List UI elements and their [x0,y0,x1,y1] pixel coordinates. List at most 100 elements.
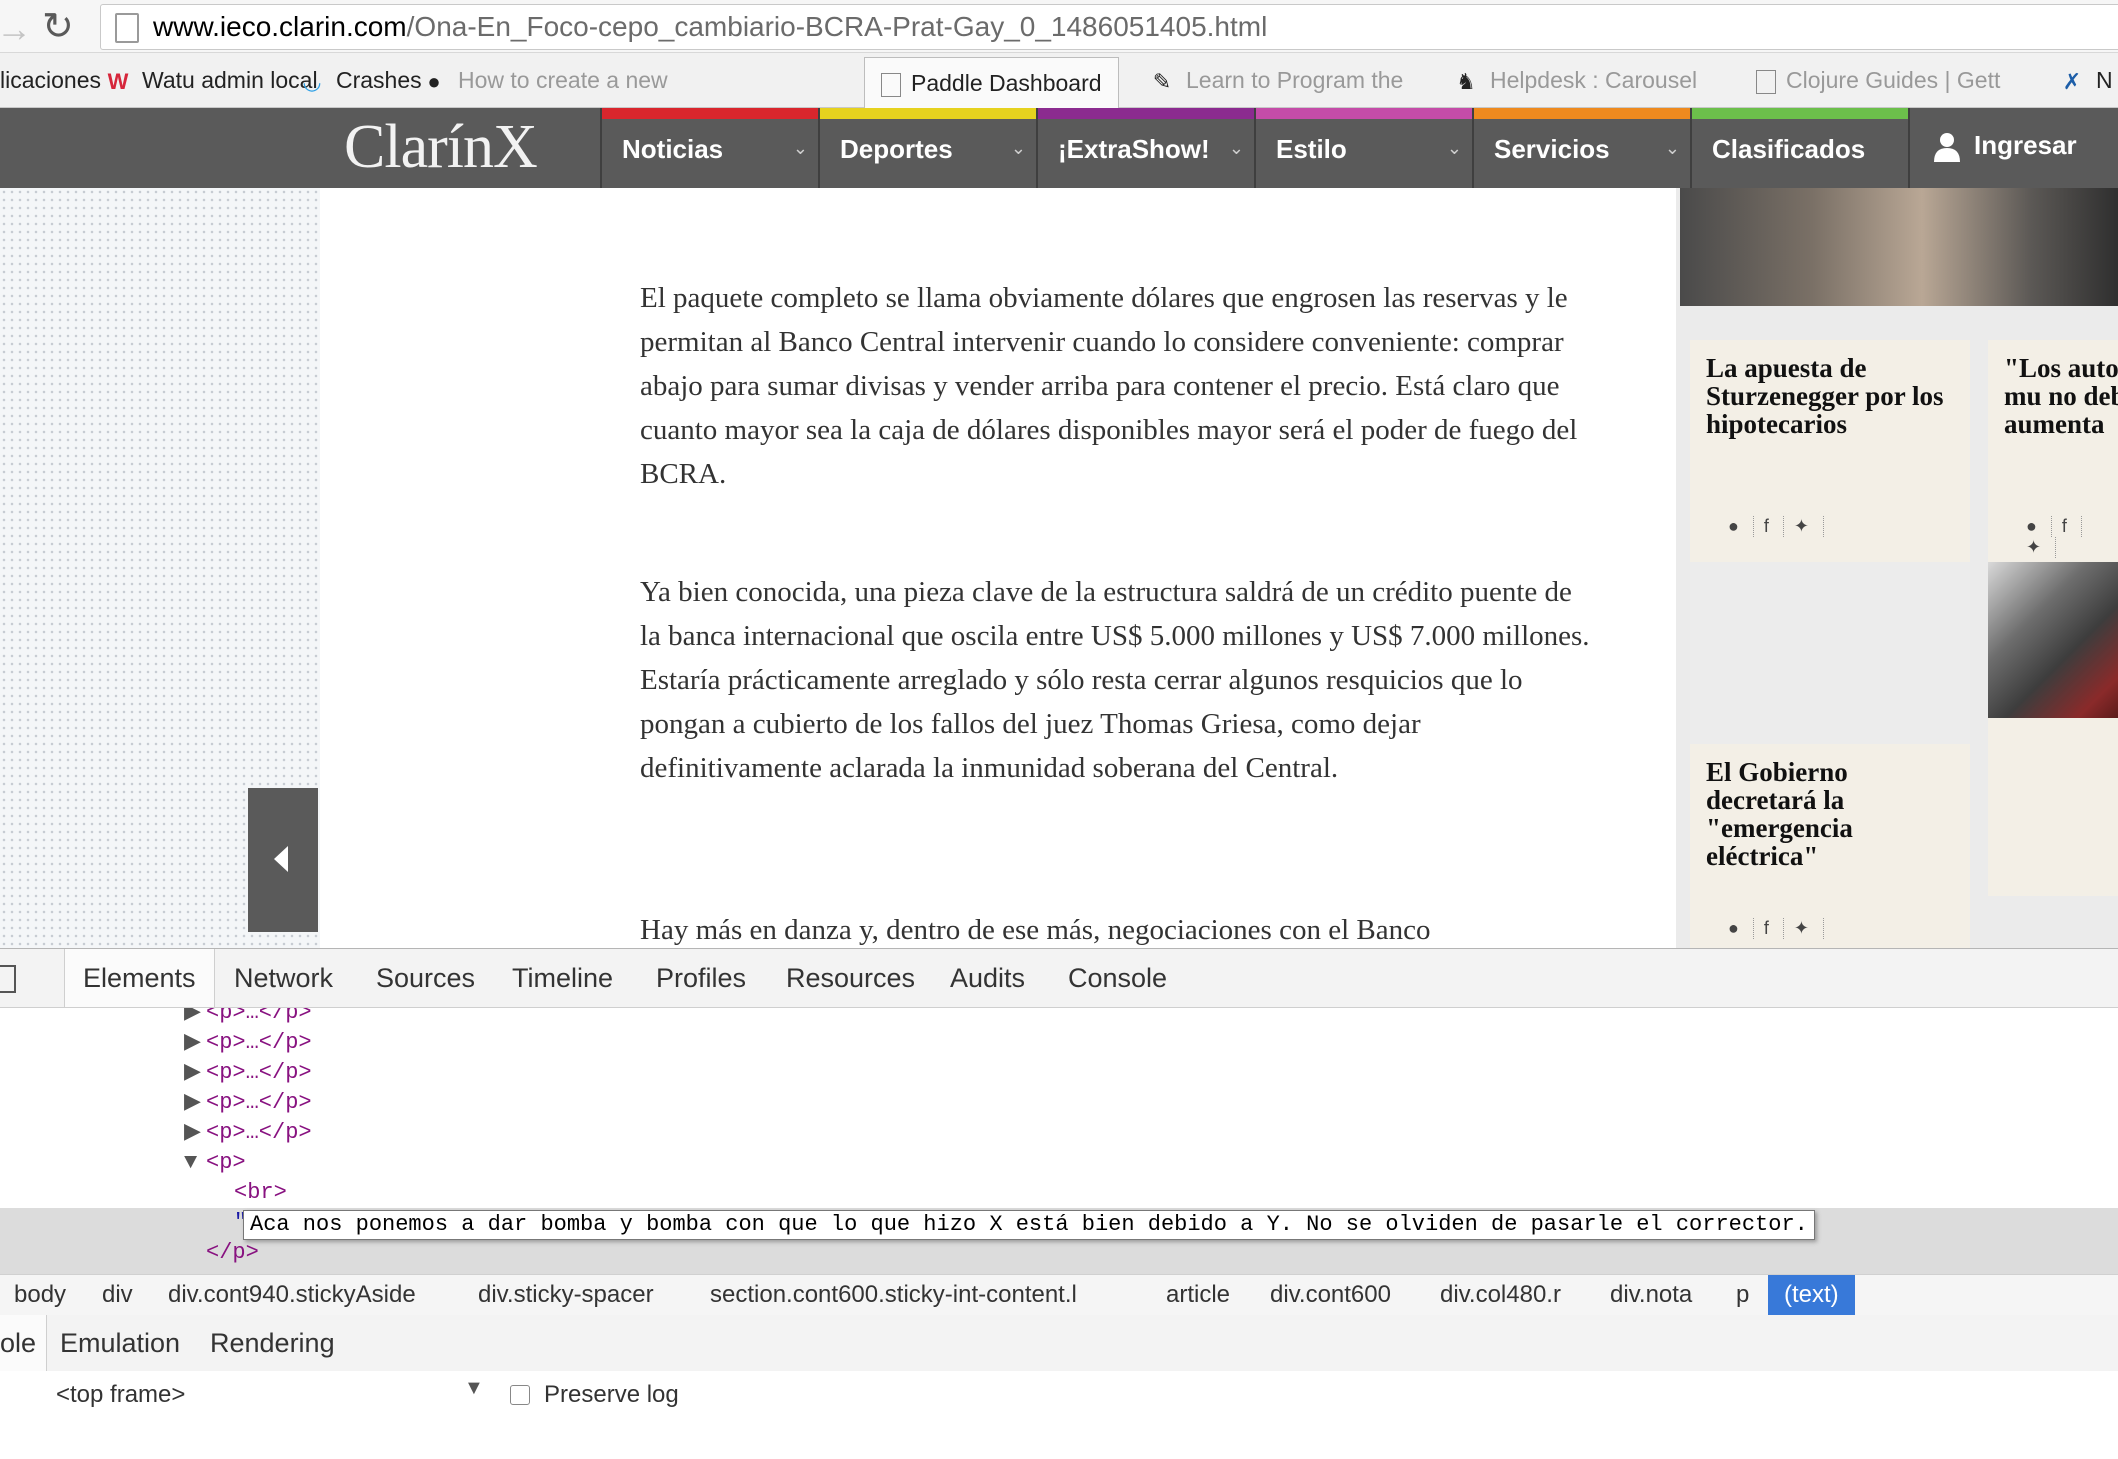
breadcrumb-item[interactable]: p [1736,1275,1749,1315]
dropdown-arrow-icon[interactable]: ▼ [464,1377,484,1400]
dom-tag: <p>…</p> [206,1090,312,1115]
share-bar: ●f✦ [1718,918,1824,939]
expand-triangle-icon[interactable]: ▶ [184,1058,201,1088]
comment-icon[interactable]: ● [1718,918,1754,939]
chevron-down-icon: ⌄ [792,138,808,158]
bookmark-github[interactable]: ● How to create a new [420,53,667,107]
news-card[interactable]: "Los auto están mu no deben aumenta ●f✦ [1988,340,2118,896]
drawer-tab-rendering[interactable]: Rendering [200,1315,345,1371]
share-bar: ●f✦ [2016,516,2118,558]
forward-arrow-icon[interactable]: → [0,8,32,50]
frame-selector[interactable]: <top frame> [56,1381,185,1409]
bookmark-crashes[interactable]: ◡ Crashes [298,53,422,107]
url-path: /Ona-En_Foco-cepo_cambiario-BCRA-Prat-Ga… [406,11,1268,42]
breadcrumb-item[interactable]: body [14,1275,66,1315]
nav-clasificados[interactable]: Clasificados [1690,108,1908,188]
figure-icon: ✗ [2062,68,2082,94]
nav-servicios[interactable]: Servicios ⌄ [1472,108,1690,188]
expand-triangle-icon[interactable]: ▶ [184,1088,201,1118]
breadcrumb-item-active[interactable]: (text) [1768,1275,1855,1315]
breadcrumb-item[interactable]: div.cont940.stickyAside [168,1275,416,1315]
tab-network[interactable]: Network [216,949,351,1007]
breadcrumb-item[interactable]: div [102,1275,133,1315]
tab-profiles[interactable]: Profiles [638,949,764,1007]
bookmark-clojure[interactable]: Clojure Guides | Gett [1756,53,2000,107]
chevron-down-icon: ⌄ [1446,138,1462,158]
card-title[interactable]: La apuesta de Sturzenegger por los hipot… [1706,354,1956,438]
console-toolbar: <top frame> ▼ Preserve log [0,1371,2118,1459]
facebook-icon[interactable]: f [2052,516,2082,537]
nav-extrashow[interactable]: ¡ExtraShow! ⌄ [1036,108,1254,188]
nav-estilo[interactable]: Estilo ⌄ [1254,108,1472,188]
tab-timeline[interactable]: Timeline [494,949,631,1007]
nav-deportes[interactable]: Deportes ⌄ [818,108,1036,188]
car-photo[interactable] [1988,562,2118,718]
page-icon [115,13,139,43]
dock-icon[interactable] [0,965,16,993]
tab-elements[interactable]: Elements [64,949,215,1007]
facebook-icon[interactable]: f [1754,516,1784,537]
breadcrumb-item[interactable]: div.nota [1610,1275,1692,1315]
clarin-logo[interactable]: ClarínX [344,112,538,183]
dom-node[interactable]: ▶ <p>…</p> [0,1058,2118,1088]
tab-console[interactable]: Console [1050,949,1185,1007]
news-card[interactable]: El Gobierno decretará la "emergencia elé… [1690,744,1970,948]
dom-node[interactable]: ▶ <p>…</p> [0,1008,2118,1028]
facebook-icon[interactable]: f [1754,918,1784,939]
collapse-triangle-icon[interactable]: ▼ [184,1148,197,1178]
expand-triangle-icon[interactable]: ▶ [184,1028,201,1058]
nav-noticias[interactable]: Noticias ⌄ [600,108,818,188]
dom-node[interactable]: ▶ <p>…</p> [0,1118,2118,1148]
previous-article-tab[interactable] [248,788,318,932]
dom-node-selected[interactable]: " Aca nos ponemos a dar bomba y bomba co… [0,1208,2118,1274]
preserve-log-checkbox[interactable] [510,1385,530,1405]
twitter-icon[interactable]: ✦ [1784,918,1824,939]
comment-icon[interactable]: ● [1718,516,1754,537]
bookmark-helpdesk[interactable]: ♞ Helpdesk : Carousel [1452,53,1697,107]
nav-label: ¡ExtraShow! [1058,134,1210,164]
dom-node[interactable]: <br> [0,1178,2118,1208]
breadcrumb-item[interactable]: div.sticky-spacer [478,1275,654,1315]
article-paragraph: El paquete completo se llama obviamente … [640,282,1578,490]
address-bar[interactable]: www.ieco.clarin.com/Ona-En_Foco-cepo_cam… [100,4,2118,50]
expand-triangle-icon[interactable]: ▶ [184,1118,201,1148]
breadcrumb-item[interactable]: div.col480.r [1440,1275,1561,1315]
dom-node[interactable]: ▶ <p>…</p> [0,1028,2118,1058]
github-icon: ● [427,68,441,94]
comment-icon[interactable]: ● [2016,516,2052,537]
url-text[interactable]: www.ieco.clarin.com/Ona-En_Foco-cepo_cam… [153,11,1267,43]
bookmark-watu[interactable]: W Watu admin local [104,53,318,107]
breadcrumb-item[interactable]: div.cont600 [1270,1275,1391,1315]
dom-tag: <p>…</p> [206,1008,312,1025]
nav-label: Deportes [840,134,953,164]
bookmark-aplicaciones[interactable]: licaciones [0,53,101,107]
tab-sources[interactable]: Sources [358,949,493,1007]
card-title[interactable]: El Gobierno decretará la "emergencia elé… [1706,758,1956,870]
reload-icon[interactable]: ↻ [42,4,74,49]
user-icon [1934,133,1960,162]
breadcrumb-item[interactable]: article [1166,1275,1230,1315]
edited-text[interactable]: Aca nos ponemos a dar bomba y bomba con … [250,1212,1808,1237]
bookmark-learn[interactable]: ✎ Learn to Program the [1148,53,1404,107]
drawer-tab-console[interactable]: ole [0,1315,48,1371]
tab-resources[interactable]: Resources [768,949,933,1007]
dom-node-open[interactable]: ▼ <p> [0,1148,2118,1178]
dom-node[interactable]: ▶ <p>…</p> [0,1088,2118,1118]
drawer-tab-emulation[interactable]: Emulation [50,1315,190,1371]
bookmark-label: Crashes [336,67,422,93]
expand-triangle-icon[interactable]: ▶ [184,1008,201,1028]
tab-audits[interactable]: Audits [932,949,1043,1007]
card-title[interactable]: "Los auto están mu no deben aumenta [2004,354,2118,438]
twitter-icon[interactable]: ✦ [2016,537,2057,558]
helpdesk-icon: ♞ [1456,68,1476,94]
dom-tag: </p> [206,1240,259,1265]
bookmark-paddle[interactable]: Paddle Dashboard [864,57,1119,108]
browser-toolbar: → ↻ www.ieco.clarin.com/Ona-En_Foco-cepo… [0,0,2118,53]
twitter-icon[interactable]: ✦ [1784,516,1824,537]
login-button[interactable]: Ingresar [1908,108,2118,188]
breadcrumb-item[interactable]: section.cont600.sticky-int-content.l [710,1275,1077,1315]
bookmark-n[interactable]: ✗ N [2058,53,2113,107]
text-node-editor[interactable]: Aca nos ponemos a dar bomba y bomba con … [243,1210,1815,1240]
bookmark-label: Clojure Guides | Gett [1786,67,2001,93]
article-photo[interactable] [1680,188,2118,306]
